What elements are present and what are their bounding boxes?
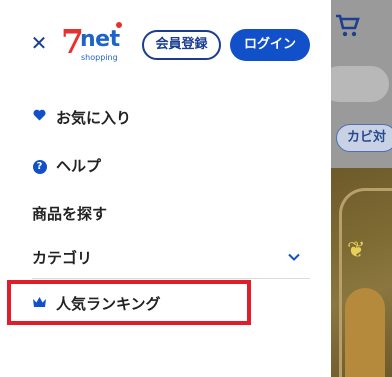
menu-item-label: 商品を探す (32, 204, 108, 223)
butterfly-icon: ❦ (347, 238, 366, 263)
menu-item-label: お気に入り (56, 108, 132, 127)
search-bar[interactable] (331, 66, 389, 102)
logo-dot (116, 22, 122, 28)
divider (32, 278, 310, 279)
login-button[interactable]: ログイン (230, 29, 310, 61)
close-icon[interactable]: ✕ (30, 33, 48, 53)
logo-subtitle: shopping (81, 53, 118, 62)
background-page: カビ対 ❦ (331, 0, 392, 377)
menu-item-label: ヘルプ (56, 156, 102, 175)
logo[interactable]: 7 net shopping (61, 22, 125, 64)
menu-item-search-products[interactable]: 商品を探す (32, 200, 107, 226)
chevron-down-icon[interactable] (287, 249, 301, 263)
menu-item-favorites[interactable]: お気に入り (32, 104, 131, 130)
menu-item-help[interactable]: ? ヘルプ (32, 152, 101, 178)
heart-icon (32, 109, 47, 125)
navigation-drawer: ✕ 7 net shopping 会員登録 ログイン お気に入り ? ヘルプ 商… (0, 0, 331, 377)
register-button[interactable]: 会員登録 (142, 30, 221, 60)
menu-item-label: カテゴリ (32, 248, 93, 267)
cart-icon[interactable] (335, 14, 361, 44)
banner-image: ❦ (331, 168, 392, 377)
highlight-box (7, 280, 251, 325)
help-icon: ? (32, 157, 47, 174)
logo-net: net (80, 27, 120, 52)
menu-item-category[interactable]: カテゴリ (32, 244, 92, 270)
tag-chip[interactable]: カビ対 (336, 124, 392, 152)
